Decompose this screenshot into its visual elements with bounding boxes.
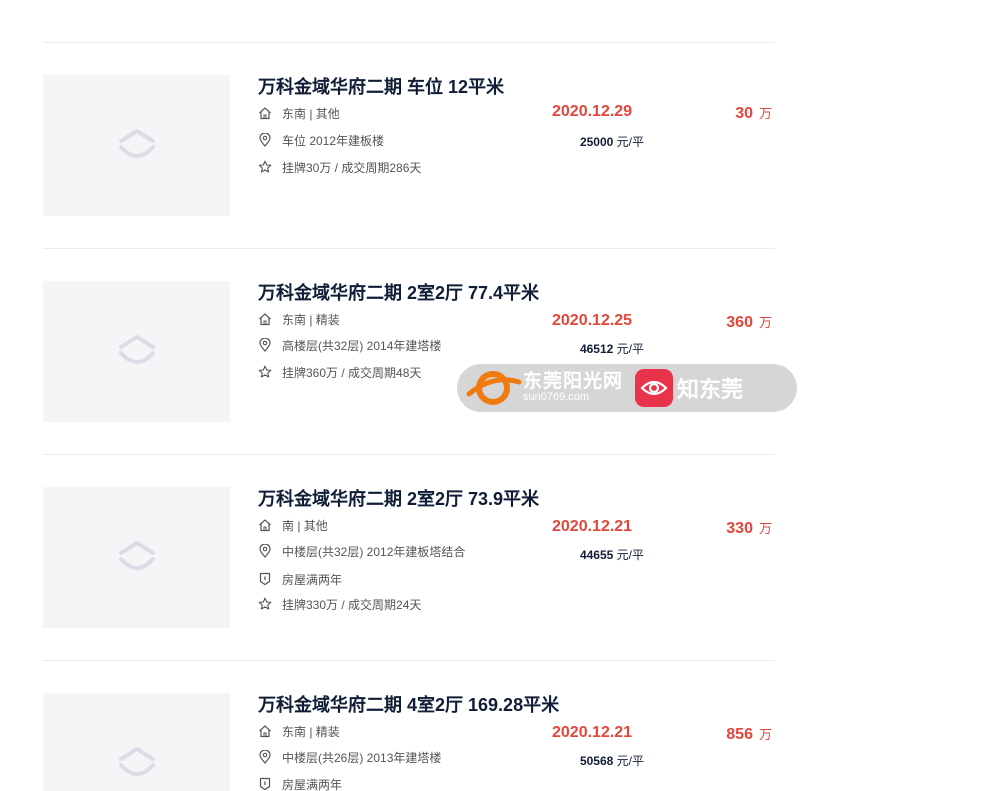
orientation-line: 东南 | 精装 <box>258 310 340 328</box>
star-icon <box>258 597 272 610</box>
location-pin-icon <box>259 133 271 147</box>
tag-line: 房屋满两年 <box>258 570 342 588</box>
total-price: 856 万 <box>726 724 772 744</box>
listing-summary-text: 挂牌330万 / 成交周期24天 <box>282 597 422 612</box>
shield-tag-icon <box>259 777 271 791</box>
sun-logo-icon <box>466 371 522 405</box>
location-pin-icon <box>259 750 271 764</box>
total-price-unit: 万 <box>758 106 772 121</box>
app-badge <box>635 369 674 407</box>
unit-price-unit: 元/平 <box>616 754 644 768</box>
unit-price-value: 50568 <box>579 754 614 768</box>
star-icon <box>258 160 272 173</box>
eye-icon <box>640 380 668 396</box>
unit-price: 25000 元/平 <box>580 133 644 150</box>
placeholder-logo-icon <box>119 335 155 364</box>
orientation-line: 南 | 其他 <box>258 516 328 534</box>
placeholder-logo-icon <box>119 129 155 158</box>
total-price: 30 万 <box>735 103 772 123</box>
listing-title[interactable]: 万科金域华府二期 2室2厅 77.4平米 <box>258 279 539 305</box>
listing-title[interactable]: 万科金域华府二期 车位 12平米 <box>258 73 504 99</box>
listing-summary-text: 挂牌30万 / 成交周期286天 <box>282 160 422 175</box>
total-price-value: 360 <box>726 314 753 331</box>
location-pin-icon <box>259 338 271 352</box>
placeholder-logo-icon <box>119 541 155 570</box>
listing-thumbnail[interactable] <box>43 281 230 422</box>
orientation-line: 东南 | 其他 <box>258 104 340 122</box>
listing-item[interactable]: 万科金域华府二期 2室2厅 77.4平米 东南 | 精装 高楼层(共32层) 2… <box>43 249 775 455</box>
unit-price: 44655 元/平 <box>580 546 644 563</box>
floor-line: 高楼层(共32层) 2014年建塔楼 <box>258 336 441 354</box>
total-price-unit: 万 <box>758 315 772 330</box>
deal-date: 2020.12.25 <box>552 312 633 329</box>
watermark-site: 东莞阳光网 sun0769.com <box>523 372 623 403</box>
listing-title[interactable]: 万科金域华府二期 2室2厅 73.9平米 <box>258 485 539 511</box>
listing-thumbnail[interactable] <box>43 693 230 791</box>
listing-summary-text: 挂牌360万 / 成交周期48天 <box>282 365 422 380</box>
listing-item[interactable]: 万科金域华府二期 车位 12平米 东南 | 其他 车位 2012年建板楼 挂牌3… <box>43 43 775 249</box>
deal-date: 2020.12.21 <box>552 724 633 741</box>
watermark: 东莞阳光网 sun0769.com 知东莞 <box>457 364 797 412</box>
tag-text: 房屋满两年 <box>282 777 343 791</box>
location-pin-icon <box>259 544 271 558</box>
listing-summary-line: 挂牌330万 / 成交周期24天 <box>258 595 421 613</box>
orientation-text: 东南 | 其他 <box>282 106 340 121</box>
star-icon <box>258 365 272 378</box>
tag-line: 房屋满两年 <box>258 775 342 791</box>
listing-item[interactable]: 万科金域华府二期 2室2厅 73.9平米 南 | 其他 中楼层(共32层) 20… <box>43 455 775 661</box>
listing-item[interactable]: 万科金域华府二期 4室2厅 169.28平米 东南 | 精装 中楼层(共26层)… <box>43 661 775 791</box>
house-icon <box>259 313 271 326</box>
floor-text: 车位 2012年建板楼 <box>282 133 385 148</box>
orientation-text: 东南 | 精装 <box>282 312 340 327</box>
floor-text: 高楼层(共32层) 2014年建塔楼 <box>282 338 442 353</box>
watermark-site-url: sun0769.com <box>523 391 590 404</box>
deal-list-page: 万科金域华府二期 车位 12平米 东南 | 其他 车位 2012年建板楼 挂牌3… <box>0 0 994 791</box>
unit-price-value: 44655 <box>579 548 614 562</box>
unit-price: 46512 元/平 <box>580 340 644 357</box>
shield-tag-icon <box>259 572 271 586</box>
orientation-text: 东南 | 精装 <box>282 724 340 739</box>
listing-thumbnail[interactable] <box>43 487 230 628</box>
unit-price-unit: 元/平 <box>616 548 644 562</box>
unit-price: 50568 元/平 <box>580 752 644 769</box>
total-price-value: 856 <box>726 726 753 743</box>
orientation-text: 南 | 其他 <box>282 518 328 533</box>
total-price-value: 330 <box>726 520 753 537</box>
floor-line: 中楼层(共26层) 2013年建塔楼 <box>258 748 441 766</box>
house-icon <box>259 107 271 120</box>
tag-text: 房屋满两年 <box>282 572 343 587</box>
unit-price-value: 46512 <box>579 342 614 356</box>
total-price-unit: 万 <box>758 727 772 742</box>
watermark-app-name: 知东莞 <box>677 377 744 402</box>
unit-price-value: 25000 <box>579 135 614 149</box>
floor-line: 中楼层(共32层) 2012年建板塔结合 <box>258 542 465 560</box>
placeholder-logo-icon <box>119 747 155 776</box>
orientation-line: 东南 | 精装 <box>258 722 340 740</box>
listing-thumbnail[interactable] <box>43 75 230 216</box>
floor-line: 车位 2012年建板楼 <box>258 131 384 149</box>
deal-date: 2020.12.21 <box>552 518 633 535</box>
house-icon <box>259 519 271 532</box>
unit-price-unit: 元/平 <box>616 135 644 149</box>
deal-date: 2020.12.29 <box>552 103 633 120</box>
house-icon <box>259 725 271 738</box>
total-price-unit: 万 <box>758 521 772 536</box>
total-price-value: 30 <box>735 105 753 122</box>
watermark-site-name: 东莞阳光网 <box>523 371 624 393</box>
total-price: 330 万 <box>726 518 772 538</box>
total-price: 360 万 <box>726 312 772 332</box>
floor-text: 中楼层(共26层) 2013年建塔楼 <box>282 750 442 765</box>
listing-summary-line: 挂牌30万 / 成交周期286天 <box>258 158 421 176</box>
listing-summary-line: 挂牌360万 / 成交周期48天 <box>258 363 421 381</box>
listing-title[interactable]: 万科金域华府二期 4室2厅 169.28平米 <box>258 691 559 717</box>
unit-price-unit: 元/平 <box>616 342 644 356</box>
floor-text: 中楼层(共32层) 2012年建板塔结合 <box>282 544 466 559</box>
